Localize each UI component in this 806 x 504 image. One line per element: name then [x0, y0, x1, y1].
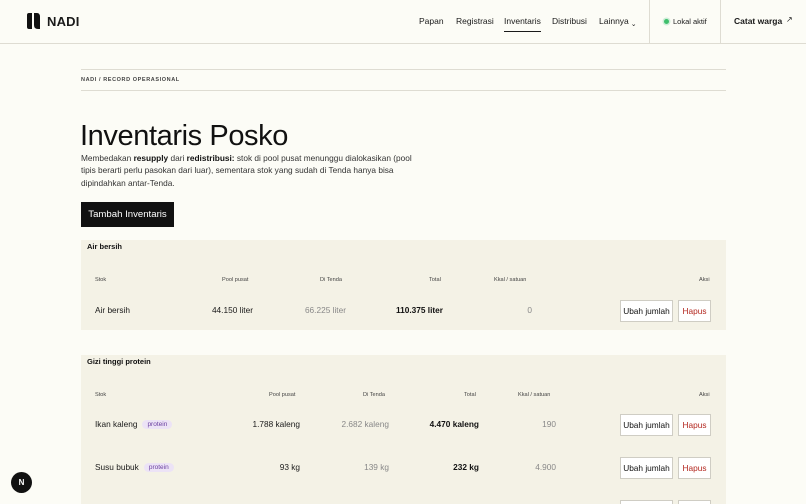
header-divider — [720, 0, 721, 44]
col-total: Total — [429, 277, 441, 283]
item-pool: 1.788 kaleng — [252, 419, 300, 429]
breadcrumb: NADI / RECORD OPERASIONAL — [81, 77, 180, 83]
chevron-down-icon: ⌄ — [630, 21, 637, 28]
item-tenda: 66.225 liter — [304, 305, 346, 315]
edit-quantity-button[interactable]: Ubah jumlah — [620, 300, 673, 322]
nadi-logo-icon — [27, 13, 40, 29]
delete-button[interactable] — [678, 500, 711, 504]
desc-term-redistribusi: redistribusi: — [186, 153, 235, 163]
delete-button[interactable]: Hapus — [678, 457, 711, 479]
divider — [81, 90, 726, 91]
col-stok: Stok — [95, 392, 107, 398]
col-kkal: Kkal / satuan — [518, 392, 551, 398]
item-tenda: 2.682 kaleng — [341, 419, 389, 429]
item-name: Susu bubuk protein — [95, 462, 174, 473]
app-logo[interactable]: NADI — [26, 13, 80, 29]
divider — [81, 69, 726, 70]
item-pool: 44.150 liter — [211, 305, 253, 315]
status-dot-icon — [664, 19, 669, 24]
col-tenda: Di Tenda — [363, 392, 385, 398]
catat-warga-button[interactable]: Catat warga — [734, 16, 782, 26]
category-tag: protein — [143, 463, 174, 472]
app-name: NADI — [47, 13, 80, 29]
item-kkal: 4.900 — [535, 462, 556, 472]
delete-button[interactable]: Hapus — [678, 414, 711, 436]
item-tenda: 139 kg — [364, 462, 389, 472]
status-indicator: Lokal aktif — [664, 17, 707, 26]
nav-papan[interactable]: Papan — [419, 16, 444, 26]
top-header: NADI Papan Registrasi Inventaris Distrib… — [0, 0, 806, 44]
add-inventory-button[interactable]: Tambah Inventaris — [81, 202, 174, 227]
section-title: Air bersih — [87, 242, 123, 251]
col-pool: Pool pusat — [222, 277, 249, 283]
item-kkal: 190 — [542, 419, 556, 429]
section-title: Gizi tinggi protein — [87, 357, 151, 366]
floating-action-button[interactable]: N — [11, 472, 32, 493]
delete-button[interactable]: Hapus — [678, 300, 711, 322]
table-row — [87, 492, 718, 504]
page-description: Membedakan resupply dari redistribusi: s… — [81, 152, 421, 189]
col-total: Total — [464, 392, 476, 398]
nav-lainnya[interactable]: Lainnya ⌄ — [599, 16, 637, 28]
table-row: Air bersih 44.150 liter 66.225 liter 110… — [87, 292, 718, 329]
item-name: Ikan kaleng protein — [95, 419, 173, 430]
col-aksi: Aksi — [699, 392, 710, 398]
col-stok: Stok — [95, 277, 107, 283]
item-total: 110.375 liter — [395, 305, 443, 315]
table-row: Ikan kaleng protein 1.788 kaleng 2.682 ka… — [87, 406, 718, 443]
desc-term-resupply: resupply — [133, 153, 169, 163]
col-pool: Pool pusat — [269, 392, 296, 398]
table-row: Susu bubuk protein 93 kg 139 kg 232 kg 4.… — [87, 449, 718, 486]
col-kkal: Kkal / satuan — [494, 277, 527, 283]
nav-inventaris[interactable]: Inventaris — [504, 16, 541, 32]
item-kkal: 0 — [527, 305, 532, 315]
item-total: 4.470 kaleng — [429, 419, 479, 429]
nav-lainnya-label: Lainnya — [599, 16, 629, 26]
nav-registrasi[interactable]: Registrasi — [456, 16, 494, 26]
status-label: Lokal aktif — [673, 17, 707, 26]
header-divider — [649, 0, 650, 44]
item-name-label: Ikan kaleng — [95, 419, 138, 429]
col-aksi: Aksi — [699, 277, 710, 283]
page-title: Inventaris Posko — [80, 120, 288, 152]
table-header: Stok Pool pusat Di Tenda Total Kkal / sa… — [87, 268, 718, 291]
arrow-up-right-icon[interactable]: ↗ — [786, 15, 793, 24]
edit-quantity-button[interactable] — [620, 500, 673, 504]
category-tag: protein — [142, 420, 173, 429]
nav-distribusi[interactable]: Distribusi — [552, 16, 587, 26]
col-tenda: Di Tenda — [320, 277, 342, 283]
item-name-label: Susu bubuk — [95, 462, 139, 472]
edit-quantity-button[interactable]: Ubah jumlah — [620, 457, 673, 479]
desc-text: dari — [168, 153, 187, 163]
desc-text: Membedakan — [81, 153, 134, 163]
table-header: Stok Pool pusat Di Tenda Total Kkal / sa… — [87, 383, 718, 406]
item-pool: 93 kg — [279, 462, 300, 472]
item-name: Air bersih — [95, 305, 131, 315]
item-total: 232 kg — [453, 462, 479, 472]
edit-quantity-button[interactable]: Ubah jumlah — [620, 414, 673, 436]
